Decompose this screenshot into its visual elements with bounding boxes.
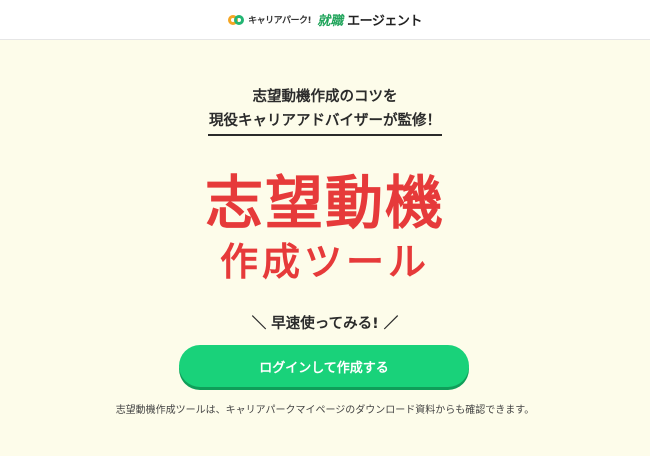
try-now-label: ＼ 早速使ってみる! ／ — [251, 316, 399, 332]
careerpark-logo-icon — [228, 14, 245, 25]
speech-bubble: 志望動機作成のコツを 現役キャリアアドバイザーが監修！ — [208, 85, 442, 133]
page-title-line-2: 作成ツール — [219, 240, 430, 284]
site-header: キャリアパーク! 就職 エージェント — [0, 0, 650, 40]
logo-shushoku-text: 就職 — [317, 14, 344, 29]
hero-section: 志望動機作成のコツを 現役キャリアアドバイザーが監修！ 志望動機 作成ツール ＼… — [0, 41, 650, 456]
bubble-line-2: 現役キャリアアドバイザーが監修！ — [209, 113, 441, 129]
bubble-line-1: 志望動機作成のコツを — [252, 89, 398, 105]
download-note: 志望動機作成ツールは、キャリアパークマイページのダウンロード資料からも確認できま… — [115, 405, 535, 416]
page-title-line-1: 志望動機 — [204, 169, 445, 237]
login-create-button[interactable]: ログインして作成する — [179, 345, 469, 387]
careerpark-agent-logo[interactable]: キャリアパーク! 就職 エージェント — [228, 10, 422, 29]
logo-careerpark-text: キャリアパーク! — [248, 16, 312, 26]
logo-agent-text: エージェント — [347, 14, 422, 29]
login-create-button-label: ログインして作成する — [259, 359, 389, 375]
